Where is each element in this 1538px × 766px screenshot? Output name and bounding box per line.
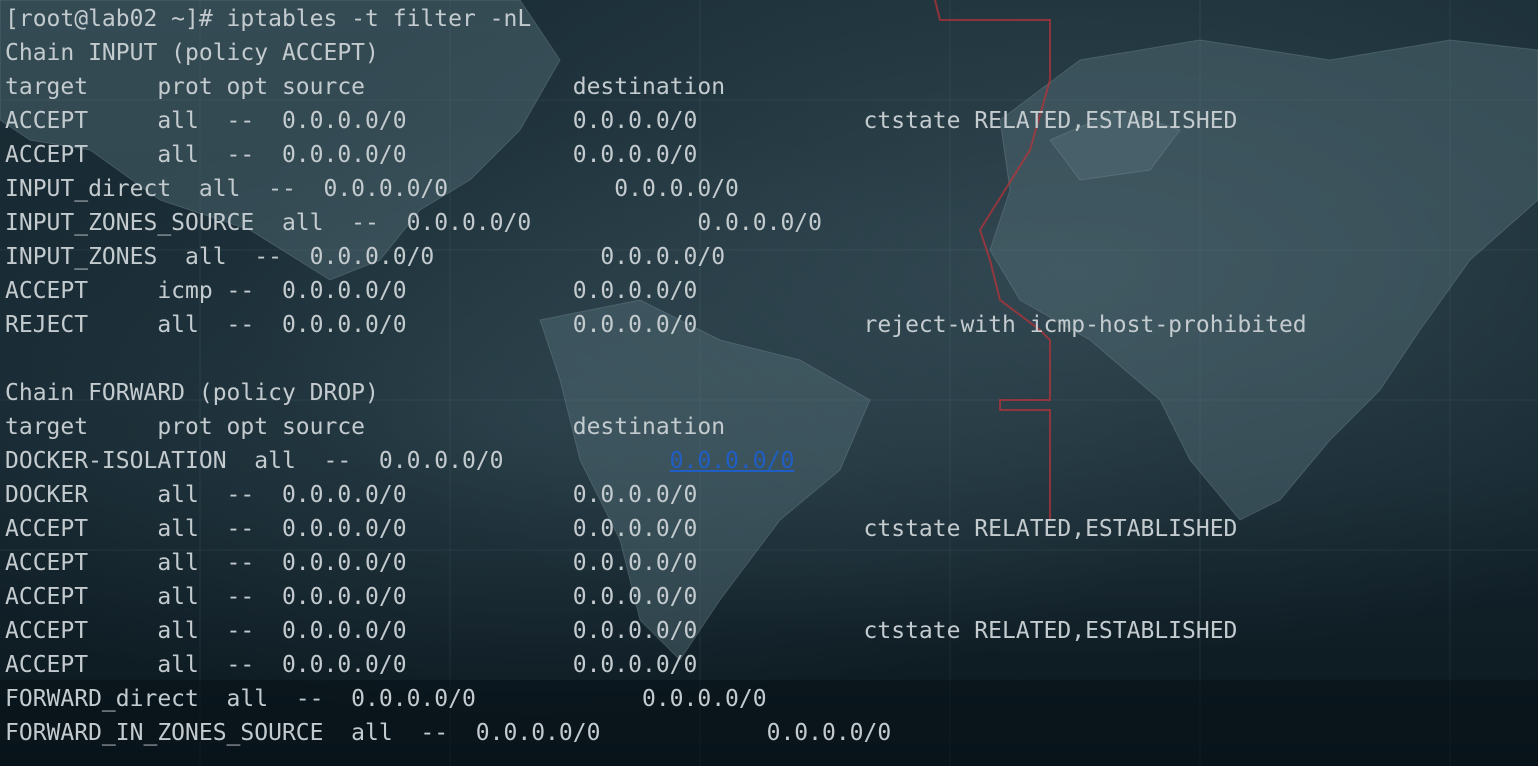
terminal-line: INPUT_ZONES all -- 0.0.0.0/0 0.0.0.0/0 [5,240,1307,274]
line-text: INPUT_ZONES all -- 0.0.0.0/0 0.0.0.0/0 [5,244,726,270]
line-text: ACCEPT all -- 0.0.0.0/0 0.0.0.0/0 ctstat… [5,618,1238,644]
terminal-line: Chain INPUT (policy ACCEPT) [5,36,1307,70]
terminal-line: REJECT all -- 0.0.0.0/0 0.0.0.0/0 reject… [5,308,1307,342]
terminal-line: INPUT_direct all -- 0.0.0.0/0 0.0.0.0/0 [5,172,1307,206]
terminal-line: ACCEPT all -- 0.0.0.0/0 0.0.0.0/0 ctstat… [5,614,1307,648]
terminal-line: ACCEPT all -- 0.0.0.0/0 0.0.0.0/0 [5,580,1307,614]
terminal-line: FORWARD_direct all -- 0.0.0.0/0 0.0.0.0/… [5,682,1307,716]
line-text: Chain FORWARD (policy DROP) [5,380,379,406]
terminal-line: ACCEPT all -- 0.0.0.0/0 0.0.0.0/0 ctstat… [5,104,1307,138]
line-text: ACCEPT all -- 0.0.0.0/0 0.0.0.0/0 [5,142,698,168]
line-text: ACCEPT all -- 0.0.0.0/0 0.0.0.0/0 ctstat… [5,516,1238,542]
line-text: FORWARD_IN_ZONES_SOURCE all -- 0.0.0.0/0… [5,720,892,746]
line-text: ACCEPT all -- 0.0.0.0/0 0.0.0.0/0 [5,652,698,678]
line-text: INPUT_direct all -- 0.0.0.0/0 0.0.0.0/0 [5,176,739,202]
terminal-line: FORWARD_IN_ZONES_SOURCE all -- 0.0.0.0/0… [5,716,1307,750]
terminal-line: ACCEPT icmp -- 0.0.0.0/0 0.0.0.0/0 [5,274,1307,308]
line-text: Chain INPUT (policy ACCEPT) [5,40,379,66]
terminal-line: DOCKER-ISOLATION all -- 0.0.0.0/0 0.0.0.… [5,444,1307,478]
line-text: ACCEPT icmp -- 0.0.0.0/0 0.0.0.0/0 [5,278,698,304]
terminal-line: ACCEPT all -- 0.0.0.0/0 0.0.0.0/0 ctstat… [5,512,1307,546]
terminal-window[interactable]: [root@lab02 ~]# iptables -t filter -nL Ch… [0,0,1538,766]
line-text: ACCEPT all -- 0.0.0.0/0 0.0.0.0/0 ctstat… [5,108,1238,134]
line-text: ACCEPT all -- 0.0.0.0/0 0.0.0.0/0 [5,550,698,576]
line-text: DOCKER-ISOLATION all -- 0.0.0.0/0 [5,448,670,474]
terminal-line: ACCEPT all -- 0.0.0.0/0 0.0.0.0/0 [5,648,1307,682]
terminal-line: target prot opt source destination [5,70,1307,104]
line-text: FORWARD_direct all -- 0.0.0.0/0 0.0.0.0/… [5,686,767,712]
terminal-line: ACCEPT all -- 0.0.0.0/0 0.0.0.0/0 [5,546,1307,580]
link-destination[interactable]: 0.0.0.0/0 [670,448,795,474]
line-text: ACCEPT all -- 0.0.0.0/0 0.0.0.0/0 [5,584,698,610]
line-text: REJECT all -- 0.0.0.0/0 0.0.0.0/0 reject… [5,312,1307,338]
terminal-line: Chain FORWARD (policy DROP) [5,376,1307,410]
line-text: DOCKER all -- 0.0.0.0/0 0.0.0.0/0 [5,482,698,508]
terminal-line: DOCKER all -- 0.0.0.0/0 0.0.0.0/0 [5,478,1307,512]
line-text: [root@lab02 ~]# iptables -t filter -nL [5,6,532,32]
line-text: target prot opt source destination [5,414,726,440]
line-text: target prot opt source destination [5,74,726,100]
terminal-output[interactable]: [root@lab02 ~]# iptables -t filter -nL Ch… [5,2,1307,750]
terminal-line: ACCEPT all -- 0.0.0.0/0 0.0.0.0/0 [5,138,1307,172]
terminal-line: INPUT_ZONES_SOURCE all -- 0.0.0.0/0 0.0.… [5,206,1307,240]
terminal-line: target prot opt source destination [5,410,1307,444]
line-text: INPUT_ZONES_SOURCE all -- 0.0.0.0/0 0.0.… [5,210,822,236]
command-prompt-line: [root@lab02 ~]# iptables -t filter -nL [5,2,1307,36]
